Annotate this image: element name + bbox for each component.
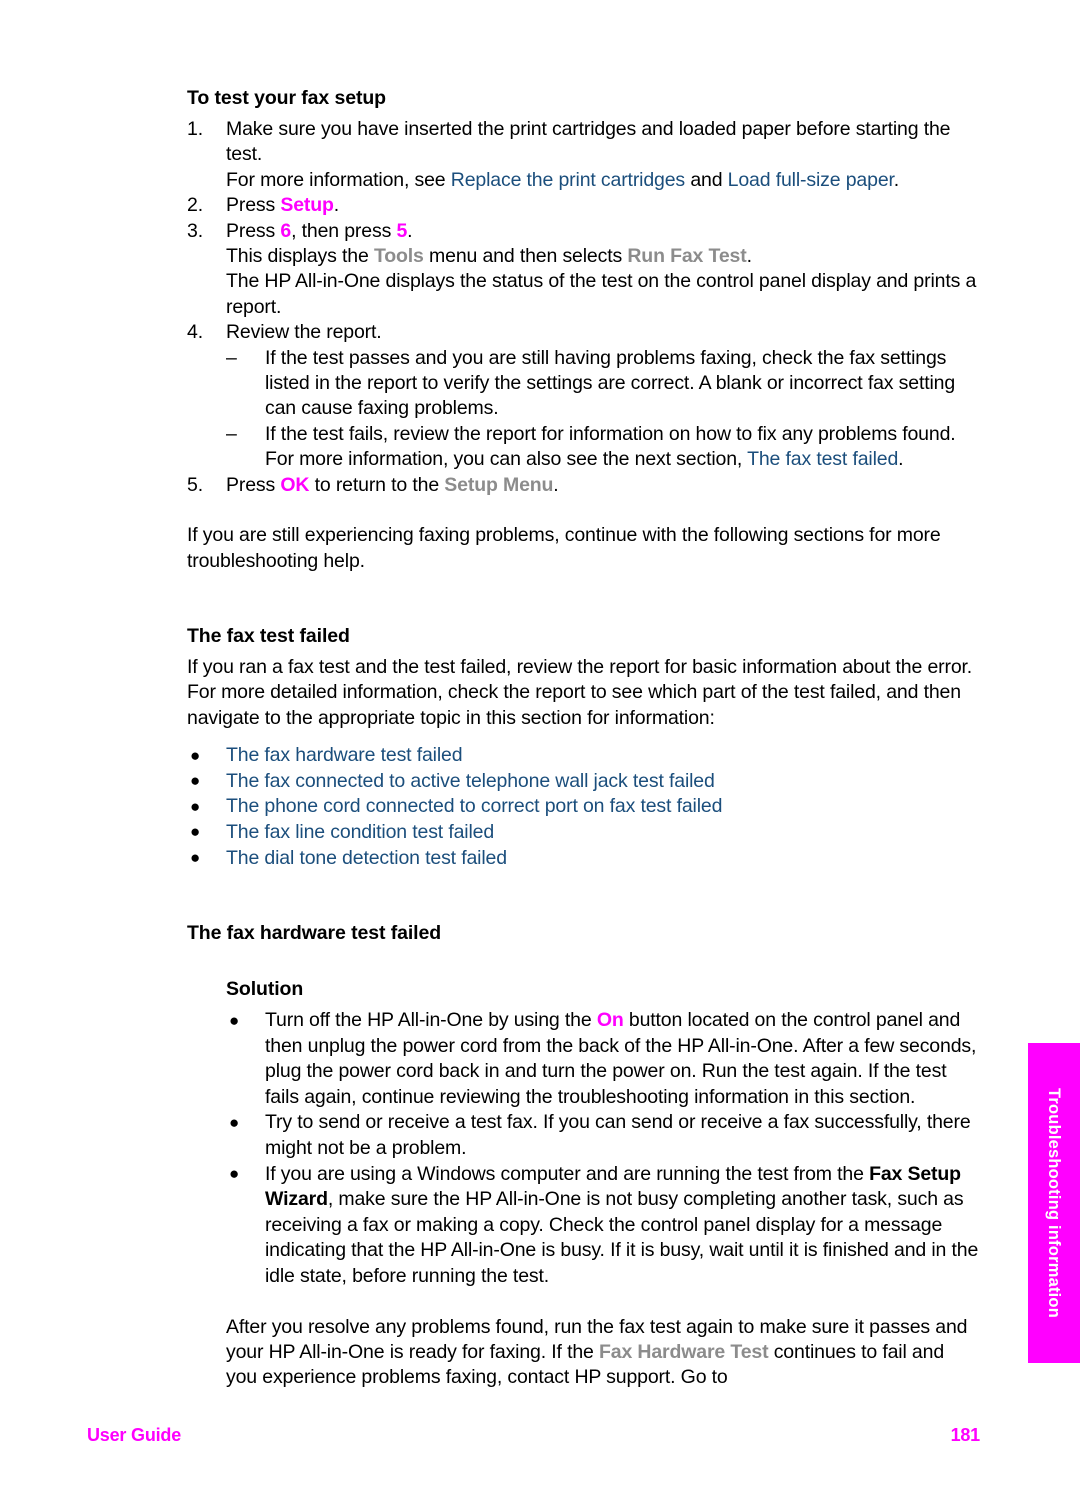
chapter-side-tab-label: Troubleshooting information xyxy=(1045,1088,1064,1318)
bullet-icon: ● xyxy=(190,796,201,816)
dash-item-2-suffix: . xyxy=(898,448,904,471)
chapter-side-tab: Troubleshooting information xyxy=(1028,1043,1080,1363)
step-3: 3. Press 6, then press 5. This displays t… xyxy=(187,219,980,321)
list-item[interactable]: ● The fax connected to active telephone w… xyxy=(187,769,980,795)
footer-page-number: 181 xyxy=(950,1425,981,1445)
step-5-suffix: . xyxy=(553,473,559,496)
step-number: 5. xyxy=(187,473,203,496)
link-the-fax-connected-to-active-telephone-wall-jack-test-failed[interactable]: The fax connected to active telephone wa… xyxy=(226,770,715,792)
bullet-icon: ● xyxy=(190,745,201,765)
solution-3-prefix: If you are using a Windows computer and … xyxy=(265,1162,870,1185)
link-the-fax-hardware-test-failed[interactable]: The fax hardware test failed xyxy=(226,744,463,766)
step-1-ref-prefix: For more information, see xyxy=(226,168,451,191)
bullet-icon: ● xyxy=(190,848,201,867)
step-3-suffix: . xyxy=(407,219,413,242)
bullet-icon: ● xyxy=(229,1164,240,1184)
step-1-ref-mid: and xyxy=(685,168,728,191)
solution-3-suffix: , make sure the HP All-in-One is not bus… xyxy=(265,1188,979,1288)
report-label-fax-hardware-test: Fax Hardware Test xyxy=(599,1341,769,1364)
list-item: ● If you are using a Windows computer and… xyxy=(226,1162,980,1290)
link-replace-the-print-cartridges[interactable]: Replace the print cartridges xyxy=(451,169,685,191)
step-1-text: Make sure you have inserted the print ca… xyxy=(226,118,951,166)
step-number: 4. xyxy=(187,321,203,344)
solution-2-text: Try to send or receive a test fax. If yo… xyxy=(265,1111,971,1160)
step-3-sub-line-2: The HP All-in-One displays the status of… xyxy=(226,270,977,318)
bullet-icon: ● xyxy=(190,822,201,842)
paragraph-closing: After you resolve any problems found, ru… xyxy=(226,1315,980,1391)
bullet-icon: ● xyxy=(229,1010,240,1030)
document-page: To test your fax setup 1. Make sure you … xyxy=(0,0,1080,1495)
paragraph-fax-test-failed-intro: If you ran a fax test and the test faile… xyxy=(187,655,973,729)
button-label-ok: OK xyxy=(280,473,310,496)
subheading-solution: Solution xyxy=(226,978,304,1001)
solution-block: Solution ● Turn off the HP All-in-One by … xyxy=(226,977,980,1391)
list-item[interactable]: ● The dial tone detection test failed xyxy=(187,846,980,872)
step-number: 3. xyxy=(187,219,203,242)
section-heading-the-fax-hardware-test-failed: The fax hardware test failed xyxy=(187,922,442,945)
list-item: ● Try to send or receive a test fax. If y… xyxy=(226,1110,980,1161)
link-the-fax-test-failed[interactable]: The fax test failed xyxy=(747,448,898,470)
button-label-on: On xyxy=(596,1009,624,1032)
section-heading-the-fax-test-failed: The fax test failed xyxy=(187,624,350,647)
step-1-reference-line: For more information, see Replace the pr… xyxy=(226,168,980,193)
list-item: ● Turn off the HP All-in-One by using the… xyxy=(226,1008,980,1110)
step-4: 4. Review the report. xyxy=(187,320,980,345)
paragraph-still-experiencing-problems: If you are still experiencing faxing pro… xyxy=(187,524,941,572)
key-label-6: 6 xyxy=(280,219,292,242)
step-4-text: Review the report. xyxy=(226,321,382,344)
button-label-setup: Setup xyxy=(280,194,334,217)
step-3-sub-line-1: This displays the Tools menu and then se… xyxy=(226,244,980,269)
step-1: 1. Make sure you have inserted the print… xyxy=(187,117,980,193)
page-content: To test your fax setup 1. Make sure you … xyxy=(187,86,980,1391)
dash-item-1-text: If the test passes and you are still hav… xyxy=(265,346,956,420)
dash-sub-list: – If the test passes and you are still ha… xyxy=(226,346,980,473)
related-topics-link-list: ● The fax hardware test failed ● The fax c… xyxy=(187,743,980,871)
menu-label-setup-menu: Setup Menu xyxy=(444,473,554,496)
footer-document-title: User Guide xyxy=(87,1425,182,1445)
menu-item-run-fax-test: Run Fax Test xyxy=(627,245,747,268)
dash-item-2: – If the test fails, review the report fo… xyxy=(226,422,980,473)
solution-1-prefix: Turn off the HP All-in-One by using the xyxy=(265,1009,597,1032)
step-number: 1. xyxy=(187,118,203,140)
bullet-icon: ● xyxy=(229,1112,240,1132)
step-3-sub1-mid: menu and then selects xyxy=(423,245,628,268)
page-footer: User Guide 181 xyxy=(87,1425,980,1446)
numbered-steps-list-continued: 5. Press OK to return to the Setup Menu. xyxy=(187,473,980,498)
step-3-sub1-suffix: . xyxy=(746,245,752,268)
step-number: 2. xyxy=(187,194,203,217)
link-load-full-size-paper[interactable]: Load full-size paper xyxy=(728,169,894,191)
link-the-fax-line-condition-test-failed[interactable]: The fax line condition test failed xyxy=(226,821,494,843)
section-heading-to-test-your-fax-setup: To test your fax setup xyxy=(187,87,386,109)
key-label-5: 5 xyxy=(396,219,408,242)
list-item[interactable]: ● The phone cord connected to correct por… xyxy=(187,794,980,820)
link-the-phone-cord-connected-to-correct-port-on-fax-test-failed[interactable]: The phone cord connected to correct port… xyxy=(226,795,722,817)
step-2-suffix: . xyxy=(333,194,340,217)
solution-bullet-list: ● Turn off the HP All-in-One by using the… xyxy=(226,1008,980,1290)
dash-marker: – xyxy=(226,422,237,445)
step-3-prefix: Press xyxy=(226,219,281,242)
step-3-sub1-prefix: This displays the xyxy=(226,245,374,268)
step-5-prefix: Press xyxy=(226,473,281,496)
step-5: 5. Press OK to return to the Setup Menu. xyxy=(187,473,980,498)
menu-label-tools: Tools xyxy=(373,245,424,268)
step-3-mid: , then press xyxy=(291,219,397,242)
list-item[interactable]: ● The fax line condition test failed xyxy=(187,820,980,846)
link-the-dial-tone-detection-test-failed[interactable]: The dial tone detection test failed xyxy=(226,847,507,869)
bullet-icon: ● xyxy=(190,771,201,791)
list-item[interactable]: ● The fax hardware test failed xyxy=(187,743,980,769)
step-5-mid: to return to the xyxy=(309,473,445,496)
numbered-steps-list: 1. Make sure you have inserted the print… xyxy=(187,117,980,346)
dash-item-1: – If the test passes and you are still ha… xyxy=(226,346,980,422)
step-2-prefix: Press xyxy=(226,194,281,217)
dash-marker: – xyxy=(226,346,237,369)
step-1-ref-suffix: . xyxy=(893,168,900,191)
step-2: 2. Press Setup. xyxy=(187,193,980,218)
